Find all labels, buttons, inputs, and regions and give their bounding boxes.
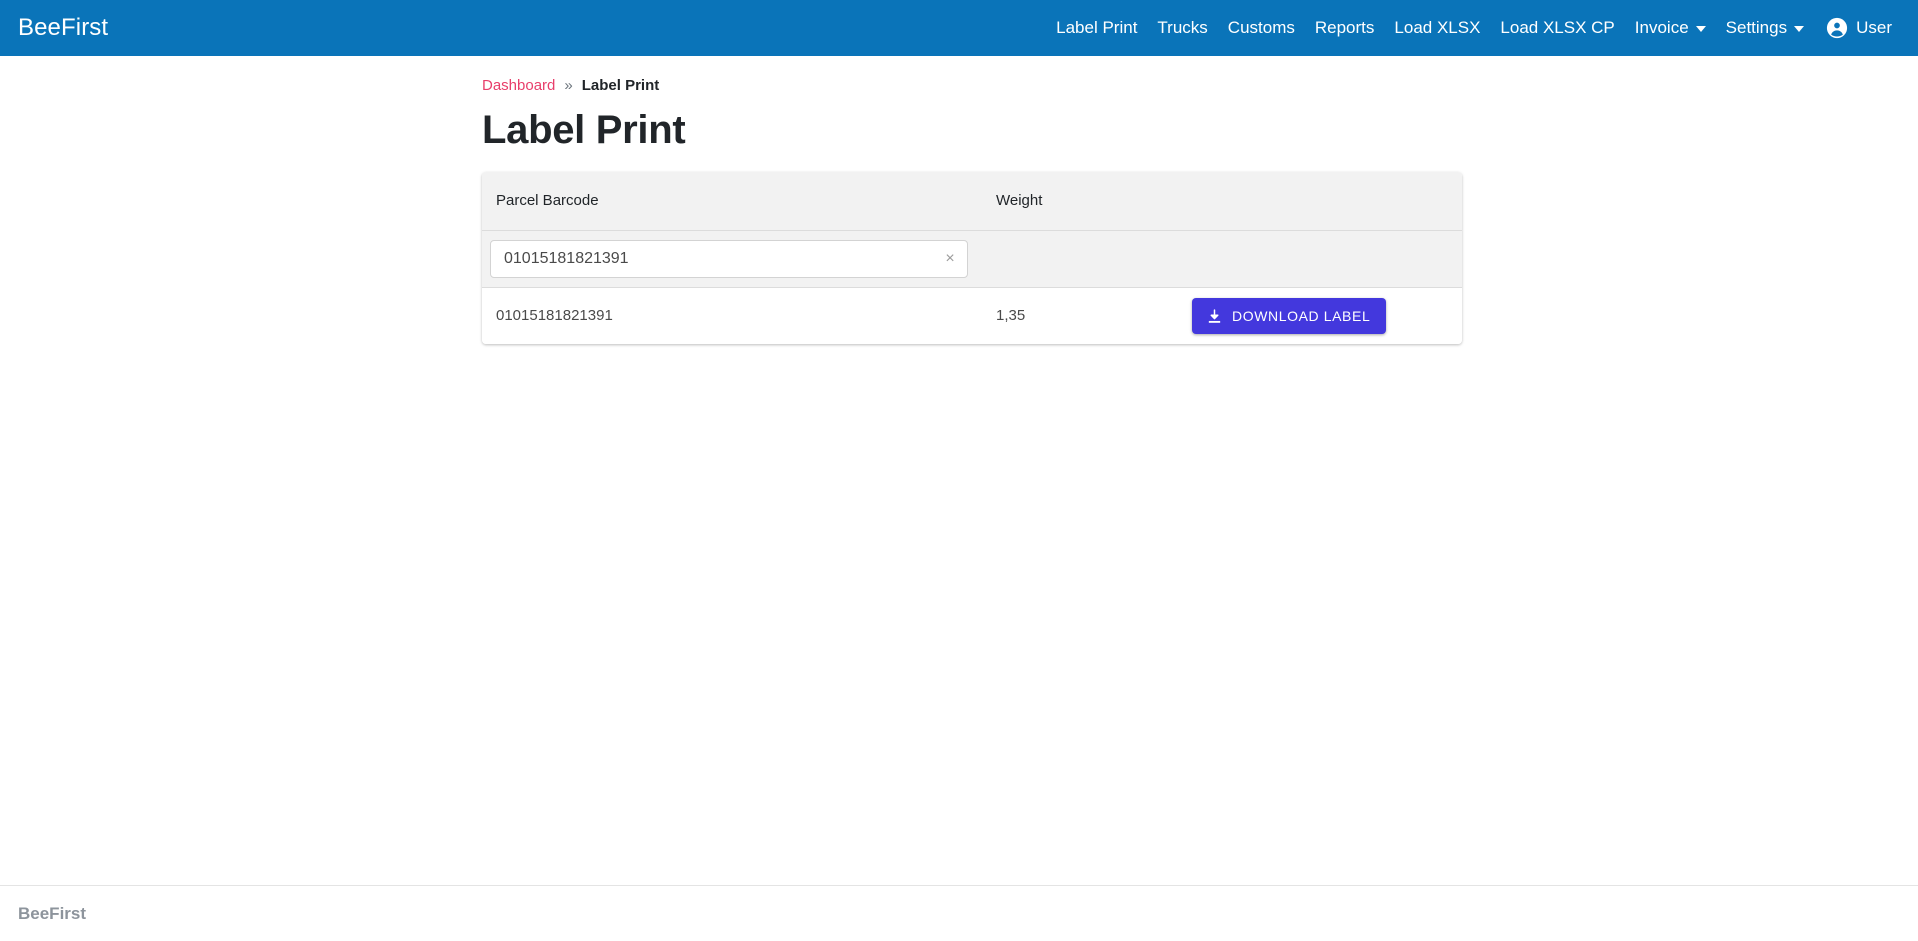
brand-logo[interactable]: BeeFirst bbox=[18, 14, 108, 42]
nav-item-settings[interactable]: Settings bbox=[1716, 0, 1814, 56]
nav-item-label: Trucks bbox=[1157, 18, 1208, 37]
chevron-down-icon bbox=[1794, 26, 1805, 32]
breadcrumb-dashboard[interactable]: Dashboard bbox=[482, 77, 555, 95]
breadcrumb-separator: » bbox=[564, 77, 573, 94]
download-label-button-text: DOWNLOAD LABEL bbox=[1232, 308, 1371, 324]
cell-actions: DOWNLOAD LABEL bbox=[1192, 288, 1462, 345]
nav-item-reports[interactable]: Reports bbox=[1305, 0, 1385, 56]
user-menu[interactable]: User bbox=[1814, 0, 1900, 56]
nav-item-label-print[interactable]: Label Print bbox=[1046, 0, 1147, 56]
nav-item-load-xlsx-cp[interactable]: Load XLSX CP bbox=[1490, 0, 1624, 56]
table-row: 01015181821391 1,35 DOWNLOAD LABEL bbox=[482, 287, 1462, 345]
nav-item-label: Customs bbox=[1227, 18, 1295, 37]
nav-item-label: Invoice bbox=[1634, 18, 1689, 37]
breadcrumb: Dashboard » Label Print bbox=[482, 77, 1462, 97]
nav-item-trucks[interactable]: Trucks bbox=[1147, 0, 1217, 56]
chevron-down-icon bbox=[1695, 26, 1706, 32]
table-filter-row: × bbox=[482, 230, 1462, 288]
footer-brand: BeeFirst bbox=[18, 903, 87, 923]
nav-item-customs[interactable]: Customs bbox=[1218, 0, 1305, 56]
nav-item-load-xlsx[interactable]: Load XLSX bbox=[1384, 0, 1490, 56]
column-header-weight: Weight bbox=[996, 192, 1043, 209]
parcel-barcode-search-input[interactable] bbox=[490, 240, 968, 278]
navbar-menu: Label Print Trucks Customs Reports Load … bbox=[1046, 0, 1900, 56]
nav-item-label: Load XLSX bbox=[1394, 18, 1481, 37]
cell-weight: 1,35 bbox=[996, 307, 1026, 324]
parcels-table: Parcel Barcode Weight × bbox=[482, 172, 1462, 344]
search-field-wrapper: × bbox=[490, 240, 968, 278]
download-label-button[interactable]: DOWNLOAD LABEL bbox=[1192, 298, 1387, 334]
table-header-row: Parcel Barcode Weight bbox=[482, 172, 1462, 231]
page-title: Label Print bbox=[482, 108, 686, 152]
nav-item-label: Settings bbox=[1725, 18, 1788, 37]
nav-item-label: Label Print bbox=[1056, 18, 1138, 37]
column-header-actions bbox=[1192, 172, 1462, 231]
nav-item-invoice[interactable]: Invoice bbox=[1625, 0, 1716, 56]
clear-search-icon[interactable]: × bbox=[941, 250, 959, 268]
nav-item-label: Reports bbox=[1314, 18, 1375, 37]
download-icon bbox=[1208, 308, 1221, 323]
user-menu-label: User bbox=[1856, 18, 1892, 37]
main-content: Dashboard » Label Print Label Print Parc… bbox=[0, 56, 1918, 885]
account-circle-icon bbox=[1827, 17, 1848, 39]
cell-parcel-barcode: 01015181821391 bbox=[496, 307, 613, 324]
filter-cell-actions bbox=[1192, 231, 1462, 288]
breadcrumb-current: Label Print bbox=[581, 77, 660, 94]
page-container: Dashboard » Label Print Label Print Parc… bbox=[482, 77, 1462, 344]
column-header-parcel-barcode: Parcel Barcode bbox=[496, 192, 599, 209]
label-print-card: Parcel Barcode Weight × bbox=[482, 172, 1462, 344]
filter-cell-barcode: × bbox=[482, 231, 982, 288]
top-navbar: BeeFirst Label Print Trucks Customs Repo… bbox=[0, 0, 1918, 56]
page-footer: BeeFirst bbox=[0, 885, 1918, 941]
filter-cell-weight bbox=[982, 231, 1192, 288]
nav-item-label: Load XLSX CP bbox=[1500, 18, 1615, 37]
table-body: × 01015181821391 1,35 bbox=[482, 230, 1462, 345]
table-header: Parcel Barcode Weight bbox=[482, 172, 1462, 231]
